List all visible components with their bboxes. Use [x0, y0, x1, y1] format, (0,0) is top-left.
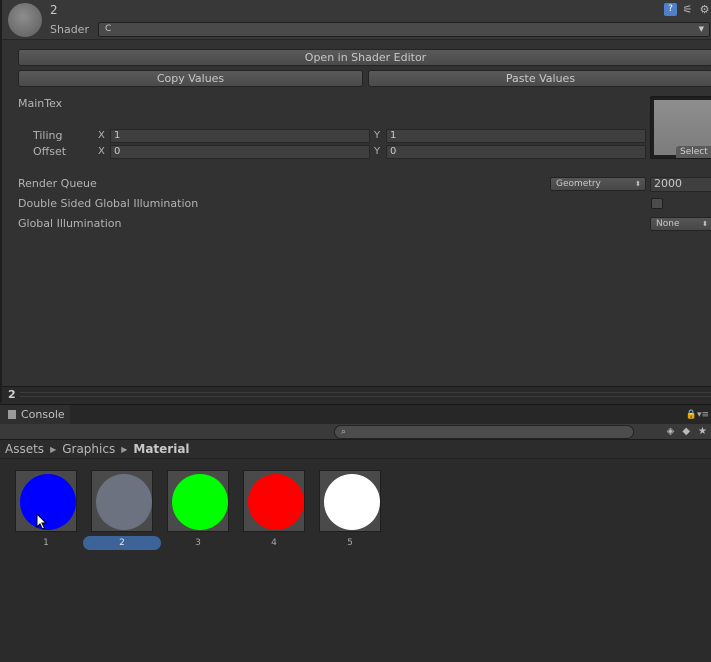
- shader-label: Shader: [50, 23, 89, 36]
- asset-label: 3: [195, 538, 201, 548]
- asset-thumbnail: [243, 470, 305, 532]
- double-sided-gi-checkbox[interactable]: [651, 198, 663, 209]
- breadcrumb: Assets ▶ Graphics ▶ Material: [0, 440, 711, 459]
- render-queue-dropdown[interactable]: Geometry ⬍: [550, 177, 646, 191]
- tiling-y-field[interactable]: 1: [386, 129, 646, 143]
- open-shader-editor-button[interactable]: Open in Shader Editor: [18, 49, 711, 66]
- asset-item-2[interactable]: 2: [83, 470, 161, 550]
- header-icons: ? ⚟ ⚙: [664, 3, 711, 16]
- breadcrumb-material[interactable]: Material: [133, 442, 189, 456]
- maintex-label: MainTex: [18, 97, 63, 110]
- tab-console[interactable]: Console: [0, 405, 70, 425]
- filter-type-icon[interactable]: ◈: [667, 425, 675, 439]
- offset-x-axis-label: X: [98, 146, 105, 157]
- material-header: 2 Shader C ▼ ? ⚟ ⚙: [2, 0, 711, 40]
- breadcrumb-assets[interactable]: Assets: [5, 442, 44, 456]
- asset-item-4[interactable]: 4: [243, 470, 305, 550]
- material-ball-gray: [96, 474, 152, 530]
- project-toolbar: ⌕ ◈ ◆ ★: [0, 424, 711, 440]
- asset-item-3[interactable]: 3: [167, 470, 229, 550]
- tiling-y-axis-label: Y: [374, 130, 381, 141]
- paste-values-button[interactable]: Paste Values: [368, 70, 711, 87]
- mouse-cursor-icon: [36, 513, 48, 530]
- render-queue-label: Render Queue: [18, 177, 97, 190]
- tab-console-label: Console: [21, 408, 65, 421]
- offset-label: Offset: [33, 145, 67, 158]
- shader-dropdown[interactable]: C ▼: [98, 22, 710, 37]
- lock-menu-icon[interactable]: 🔒▾≡: [686, 410, 709, 420]
- gear-icon[interactable]: ⚙: [698, 3, 711, 16]
- offset-y-field[interactable]: 0: [386, 145, 646, 159]
- chevron-right-icon: ▶: [121, 445, 128, 454]
- preset-sliders-icon[interactable]: ⚟: [681, 3, 694, 16]
- texture-select-button[interactable]: Select: [676, 146, 711, 158]
- chevron-down-icon: ▼: [698, 25, 704, 33]
- bottom-tab-bar: Console 🔒▾≡: [0, 404, 711, 425]
- asset-item-1[interactable]: 1: [15, 470, 77, 550]
- global-illumination-value: None: [656, 219, 680, 229]
- asset-label: 1: [43, 538, 49, 548]
- material-name: 2: [50, 3, 58, 17]
- chevron-right-icon: ▶: [50, 445, 57, 454]
- asset-label: 5: [347, 538, 353, 548]
- material-ball-white: [324, 474, 380, 530]
- search-input[interactable]: ⌕: [334, 425, 634, 439]
- material-ball-red: [248, 474, 304, 530]
- maintex-texture-slot[interactable]: Select: [650, 96, 711, 159]
- breadcrumb-graphics[interactable]: Graphics: [62, 442, 115, 456]
- help-book-icon[interactable]: ?: [664, 3, 677, 16]
- search-icon: ⌕: [341, 427, 347, 437]
- asset-thumbnail: [91, 470, 153, 532]
- updown-arrow-icon: ⬍: [635, 180, 641, 188]
- preview-drag-handle[interactable]: [20, 392, 711, 397]
- material-thumbnail: [8, 3, 42, 37]
- shader-dropdown-value: C: [105, 24, 112, 34]
- render-queue-mode-value: Geometry: [556, 179, 601, 189]
- favorite-star-icon[interactable]: ★: [698, 425, 707, 439]
- render-queue-field[interactable]: 2000: [650, 177, 711, 192]
- updown-arrow-icon: ⬍: [702, 220, 708, 228]
- asset-thumbnail: [167, 470, 229, 532]
- console-icon: [8, 410, 16, 419]
- global-illumination-dropdown[interactable]: None ⬍: [650, 217, 711, 231]
- asset-item-5[interactable]: 5: [319, 470, 381, 550]
- inspector-panel: 2 Shader C ▼ ? ⚟ ⚙ Open in Shader Editor…: [0, 0, 711, 403]
- double-sided-gi-label: Double Sided Global Illumination: [18, 197, 199, 210]
- copy-values-button[interactable]: Copy Values: [18, 70, 363, 87]
- global-illumination-label: Global Illumination: [18, 217, 122, 230]
- material-ball-green: [172, 474, 228, 530]
- tiling-x-axis-label: X: [98, 130, 105, 141]
- preview-title: 2: [8, 388, 16, 401]
- asset-thumbnail: [319, 470, 381, 532]
- asset-label: 2: [83, 536, 161, 550]
- material-ball-blue: [20, 474, 76, 530]
- tiling-x-field[interactable]: 1: [110, 129, 370, 143]
- offset-y-axis-label: Y: [374, 146, 381, 157]
- preview-bar[interactable]: 2: [2, 386, 711, 403]
- tiling-label: Tiling: [33, 129, 63, 142]
- offset-x-field[interactable]: 0: [110, 145, 370, 159]
- label-tag-icon[interactable]: ◆: [682, 425, 690, 439]
- asset-label: 4: [271, 538, 277, 548]
- toolbar-icons: ◈ ◆ ★: [667, 425, 707, 439]
- asset-grid: 1 2 3 4 5: [0, 460, 711, 662]
